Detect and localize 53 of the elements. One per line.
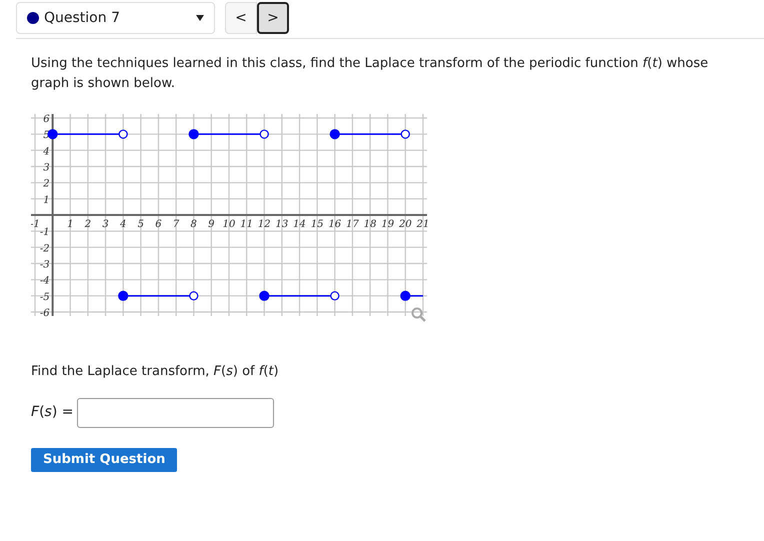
tick-label: 13 [276, 219, 288, 230]
tick-label: -1 [40, 227, 50, 238]
tick-label: 20 [399, 219, 412, 230]
tick-label: 17 [346, 219, 359, 230]
open-point [189, 291, 198, 300]
instruction-text: Find the Laplace transform, F(s) of f(t) [31, 363, 280, 381]
tick-label: -4 [40, 276, 50, 287]
closed-point [48, 129, 58, 140]
tick-label: 4 [43, 146, 50, 158]
tick-label: 12 [258, 219, 271, 230]
answer-field[interactable] [77, 398, 274, 428]
open-point [400, 130, 410, 139]
closed-point [259, 290, 270, 301]
caret-icon [196, 15, 204, 21]
tick-label: 19 [381, 219, 394, 230]
tick-label: 21 [416, 219, 430, 230]
tick-label: 1 [43, 194, 50, 206]
open-point [118, 130, 128, 139]
closed-point [330, 129, 340, 140]
question-text: Using the techniques learned in this class, find the Laplace transform of the periodic function f(t) whose graph is shown below. [31, 55, 710, 93]
tick-label: -2 [40, 243, 50, 254]
tick-label: 11 [240, 219, 253, 230]
tick-label: -3 [40, 260, 50, 270]
open-point [260, 130, 269, 139]
previous-button[interactable]: < [225, 2, 257, 34]
tick-label: 8 [190, 219, 197, 230]
tick-label: 14 [293, 219, 306, 230]
tick-label: 10 [222, 219, 236, 230]
submit-button[interactable]: Submit Question [31, 448, 178, 472]
tick-label: 6 [43, 114, 50, 125]
tick-label: -5 [40, 292, 50, 303]
closed-point [400, 290, 410, 301]
answer-label: F(s) = [31, 403, 74, 422]
tick-label: 16 [328, 219, 342, 230]
tick-label: -6 [40, 308, 50, 319]
tick-label: 18 [364, 219, 376, 230]
tick-label: 15 [310, 219, 324, 230]
tick-label: 7 [172, 219, 180, 230]
closed-point [188, 129, 199, 140]
tick-label: 4 [120, 219, 126, 230]
closed-point [118, 290, 128, 301]
tick-label: 6 [155, 219, 162, 230]
tick-label: 1 [67, 219, 74, 230]
zoom-icon[interactable] [412, 308, 426, 322]
tick-label: 3 [43, 162, 50, 174]
next-button[interactable]: > [257, 2, 289, 34]
tick-label: 2 [84, 219, 92, 230]
tick-label: 9 [208, 219, 215, 230]
open-point [330, 291, 340, 300]
tick-label: 3 [102, 219, 109, 230]
tick-label: 5 [138, 219, 144, 230]
tick-label: 2 [43, 178, 50, 190]
question-select[interactable]: Question 7 [16, 2, 215, 34]
